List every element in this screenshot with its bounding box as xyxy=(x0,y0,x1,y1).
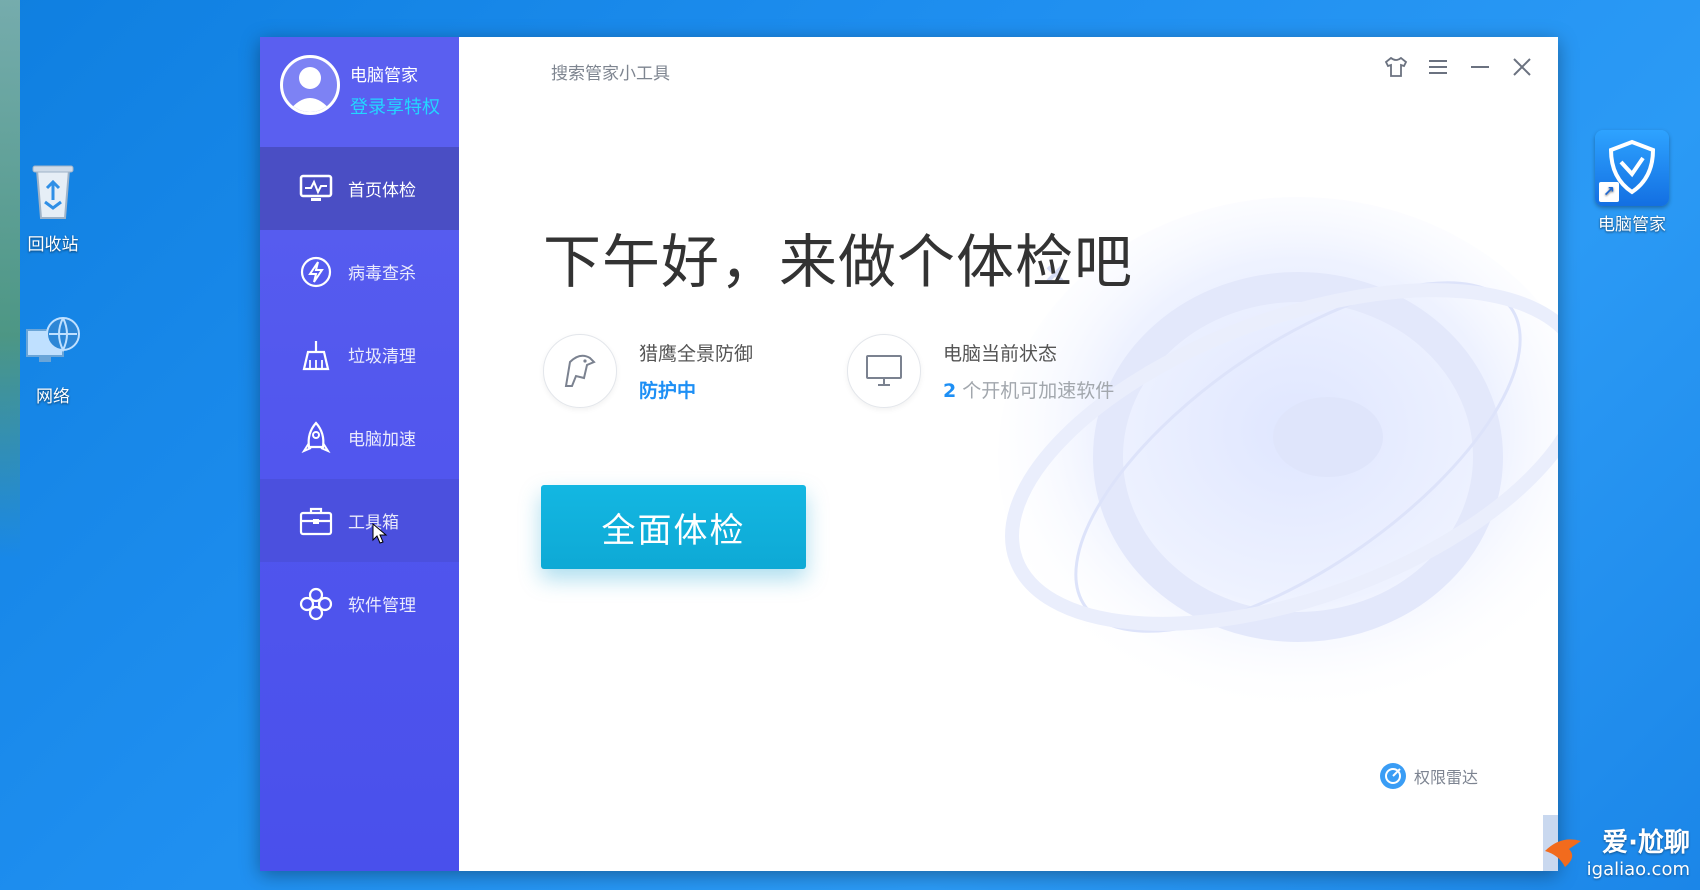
nav-item-label: 病毒查杀 xyxy=(348,264,416,284)
status-value-text: 个开机可加速软件 xyxy=(962,380,1115,402)
status-value: 2 个开机可加速软件 xyxy=(943,376,1114,403)
rocket-icon xyxy=(298,420,334,456)
lightning-icon xyxy=(298,254,334,290)
desktop-wallpaper-edge xyxy=(0,0,20,560)
desktop-icon-recycle-bin[interactable]: 回收站 xyxy=(8,160,98,255)
minimize-icon[interactable] xyxy=(1466,53,1494,81)
login-link[interactable]: 登录享特权 xyxy=(350,93,440,119)
status-pc-state[interactable]: 电脑当前状态 2 个开机可加速软件 xyxy=(847,334,1114,408)
profile-header: 电脑管家 登录享特权 xyxy=(260,37,459,147)
nav-item-label: 垃圾清理 xyxy=(348,347,416,367)
nav-item-junk-clean[interactable]: 垃圾清理 xyxy=(260,313,459,396)
nav-item-speed-up[interactable]: 电脑加速 xyxy=(260,396,459,479)
apps-icon xyxy=(298,586,334,622)
skin-shirt-icon[interactable] xyxy=(1382,53,1410,81)
nav-list: 首页体检 病毒查杀 垃圾清理 电脑加速 工具箱 软件管理 xyxy=(260,147,459,645)
broom-icon xyxy=(298,337,334,373)
user-silhouette-icon xyxy=(288,67,332,112)
app-name: 电脑管家 xyxy=(350,66,418,86)
desktop-icon-label: 网络 xyxy=(36,387,70,407)
monitor-icon xyxy=(847,334,921,408)
toolbox-icon xyxy=(298,503,334,539)
search-tools-link[interactable]: 搜索管家小工具 xyxy=(551,59,670,84)
shortcut-arrow-icon: ↗ xyxy=(1599,182,1619,202)
radar-icon xyxy=(1379,763,1406,789)
nav-item-label: 首页体检 xyxy=(348,181,416,201)
watermark-url: igaliao.com xyxy=(1586,859,1690,880)
status-falcon-defense[interactable]: 猎鹰全景防御 防护中 xyxy=(543,334,753,408)
full-scan-button[interactable]: 全面体检 xyxy=(541,485,806,569)
menu-icon[interactable] xyxy=(1424,53,1452,81)
window-controls xyxy=(1382,53,1536,81)
status-value: 防护中 xyxy=(639,380,697,402)
nav-item-label: 电脑加速 xyxy=(348,430,416,450)
watermark-logo-icon xyxy=(1544,839,1581,867)
status-title: 猎鹰全景防御 xyxy=(639,343,754,365)
radar-label: 权限雷达 xyxy=(1413,768,1478,787)
status-title: 电脑当前状态 xyxy=(943,343,1058,365)
desktop-icon-network[interactable]: 网络 xyxy=(8,312,98,407)
avatar[interactable] xyxy=(280,55,340,115)
close-icon[interactable] xyxy=(1508,53,1536,81)
nav-item-home-checkup[interactable]: 首页体检 xyxy=(260,147,459,230)
network-globe-icon xyxy=(26,317,80,362)
nav-item-label: 软件管理 xyxy=(348,596,416,616)
shortcut-label: 电脑管家 xyxy=(1598,215,1666,235)
monitor-pulse-icon xyxy=(298,171,334,207)
startup-app-count: 2 xyxy=(943,380,957,402)
mouse-cursor-icon xyxy=(372,523,388,544)
desktop-icon-label: 回收站 xyxy=(27,235,79,255)
app-window: 电脑管家 登录享特权 首页体检 病毒查杀 垃圾清理 电脑加速 工具箱 软件管理 … xyxy=(260,37,1558,871)
pc-manager-shield-icon: ↗ xyxy=(1595,130,1669,206)
watermark: 爱·尬聊 igaliao.com xyxy=(1541,822,1690,880)
greeting-title: 下午好，来做个体检吧 xyxy=(543,228,1134,296)
eagle-icon xyxy=(543,334,617,408)
nav-item-software-manager[interactable]: 软件管理 xyxy=(260,562,459,645)
permission-radar-link[interactable]: 权限雷达 xyxy=(1378,761,1478,791)
desktop-shortcut-pc-manager[interactable]: ↗ 电脑管家 xyxy=(1582,130,1682,235)
nav-item-toolbox[interactable]: 工具箱 xyxy=(260,479,459,562)
main-panel: 搜索管家小工具 下午好，来做个体检吧 猎鹰全景防御 防护中 电脑当前状态 2 个… xyxy=(459,37,1558,871)
nav-item-virus-scan[interactable]: 病毒查杀 xyxy=(260,230,459,313)
recycle-bin-icon xyxy=(32,165,74,219)
sidebar: 电脑管家 登录享特权 首页体检 病毒查杀 垃圾清理 电脑加速 工具箱 软件管理 xyxy=(260,37,459,871)
watermark-text: 爱·尬聊 xyxy=(1602,828,1690,858)
